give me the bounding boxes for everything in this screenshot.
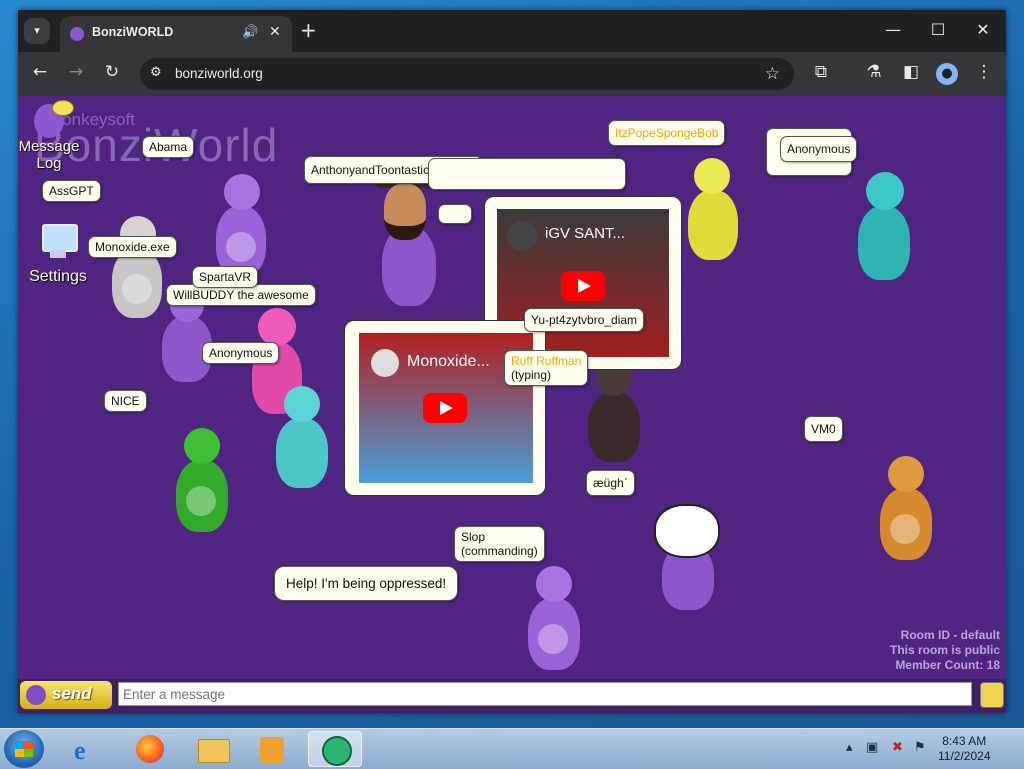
bonzi-green[interactable] — [162, 426, 242, 536]
show-hidden-icons-icon[interactable]: ▴ — [846, 740, 853, 755]
maximize-icon[interactable]: ☐ — [923, 20, 953, 39]
tab-bar: ▾ BonziWORLD 🔊 ✕ + — ☐ ✕ — [18, 10, 1006, 52]
plus-icon: + — [300, 18, 317, 42]
chevron-down-icon: ▾ — [34, 24, 40, 37]
name-bubble: æüghˊ — [586, 470, 635, 496]
youtube-play-icon[interactable] — [423, 393, 467, 423]
bonzi-orange[interactable] — [866, 454, 946, 566]
name-bubble: Ruff Ruffman (typing) — [504, 350, 589, 386]
name-bubble: Slop (commanding) — [454, 526, 545, 562]
name-bubble: Yu-pt4zytvbro_diam — [524, 308, 645, 332]
name-bubble: SpartaVR — [192, 266, 259, 288]
bonzi-teal[interactable] — [264, 384, 340, 494]
message-log-icon — [34, 100, 74, 138]
clock[interactable]: 8:43 AM 11/2/2024 — [938, 734, 991, 764]
name-bubble: NICE — [104, 390, 147, 412]
new-tab-button[interactable]: + — [300, 19, 317, 41]
video-title: iGV SANT... — [545, 225, 626, 242]
start-button[interactable] — [4, 730, 44, 768]
reload-icon[interactable]: ↻ — [99, 62, 125, 82]
name-bubble: AssGPT — [42, 180, 101, 202]
extensions-icon[interactable]: ⧉ — [808, 62, 834, 82]
clock-time: 8:43 AM — [942, 734, 987, 748]
bubble-name: Slop — [461, 530, 486, 544]
speaker-icon[interactable]: 🔊 — [242, 25, 258, 40]
close-icon[interactable]: ✕ — [269, 24, 281, 40]
volume-muted-icon[interactable]: ✖ — [892, 740, 903, 755]
name-bubble: VM0 — [804, 416, 843, 442]
firefox-icon[interactable] — [124, 731, 178, 767]
star-icon[interactable]: ☆ — [765, 64, 780, 84]
member-count: Member Count: 18 — [895, 658, 1000, 672]
video-player-2[interactable]: Monoxide... — [344, 320, 546, 496]
menu-icon[interactable]: ⋮ — [971, 62, 997, 82]
room-public: This room is public — [889, 643, 1000, 657]
room-id: Room ID - default — [900, 628, 1000, 642]
browser-toolbar: ← → ↻ ⚙ bonziworld.org ☆ ⧉ ⚗ ◧ ● ⋮ — [18, 52, 1006, 96]
bonzi-favicon — [70, 27, 84, 41]
chat-bubble: Help! I'm being oppressed! — [274, 566, 459, 601]
computer-settings-icon — [38, 222, 78, 262]
bubble-status: (typing) — [511, 368, 552, 382]
settings-label: Settings — [29, 268, 87, 285]
media-player-icon[interactable] — [248, 731, 302, 767]
clock-avatar-icon — [371, 349, 399, 377]
chat-bubble — [438, 204, 472, 224]
video-title: Monoxide... — [407, 353, 490, 370]
send-button[interactable]: send — [20, 681, 112, 709]
bonzi-hat-man[interactable] — [368, 176, 448, 316]
bonzi-yellow[interactable] — [678, 156, 748, 266]
internet-explorer-icon[interactable]: e — [62, 731, 116, 767]
tab-search-button[interactable]: ▾ — [24, 18, 50, 44]
file-explorer-icon[interactable] — [186, 731, 240, 767]
back-icon[interactable]: ← — [27, 62, 53, 82]
bubble-name: Ruff Ruffman — [511, 354, 582, 368]
name-bubble: ItzPopeSpongeBob — [608, 120, 726, 146]
url-text[interactable]: bonziworld.org — [175, 66, 263, 81]
browser-window: ▾ BonziWORLD 🔊 ✕ + — ☐ ✕ ← → ↻ ⚙ bonziwo… — [18, 10, 1006, 713]
bonzi-stage: Monkeysoft BonziWorld Message Log Settin… — [18, 96, 1006, 679]
name-bubble: Monoxide.exe — [88, 236, 177, 258]
bonzi-trollface[interactable] — [650, 504, 726, 614]
network-icon[interactable]: ▣ — [866, 740, 878, 755]
taskbar: e ▴ ▣ ✖ ⚑ 8:43 AM 11/2/2024 — [0, 728, 1024, 769]
tab-title: BonziWORLD — [92, 25, 174, 39]
clock-date: 11/2/2024 — [938, 749, 991, 763]
chat-app-icon[interactable] — [308, 731, 362, 767]
channel-avatar — [507, 221, 537, 251]
close-window-icon[interactable]: ✕ — [968, 20, 998, 39]
forward-icon[interactable]: → — [63, 62, 89, 82]
chat-bar: send — [18, 679, 1006, 713]
bubble-status: (commanding) — [461, 544, 538, 558]
bonzi-send-icon — [26, 685, 46, 705]
site-info-icon[interactable]: ⚙ — [150, 65, 162, 80]
profile-icon[interactable]: ● — [936, 63, 958, 85]
name-bubble: Anonymous — [202, 342, 280, 364]
message-log-label: Message Log — [18, 138, 80, 172]
room-info: Room ID - default This room is public Me… — [890, 628, 1000, 673]
chat-menu-icon[interactable] — [980, 682, 1004, 708]
labs-icon[interactable]: ⚗ — [861, 62, 887, 82]
bonzi-cyan[interactable] — [844, 170, 924, 290]
flag-icon[interactable]: ⚑ — [914, 740, 926, 755]
bonzi-purple-3[interactable] — [514, 564, 594, 674]
message-log-button[interactable]: Message Log — [18, 100, 80, 172]
tab-bonziworld[interactable]: BonziWORLD 🔊 ✕ — [60, 16, 292, 52]
address-bar[interactable]: ⚙ bonziworld.org ☆ — [140, 58, 794, 90]
settings-button[interactable]: Settings — [22, 222, 94, 286]
send-label: send — [52, 684, 92, 703]
youtube-play-icon[interactable] — [561, 271, 605, 301]
name-bubble: Anonymous — [780, 136, 858, 162]
message-input[interactable] — [118, 682, 972, 706]
chat-bubble — [428, 158, 626, 190]
minimize-icon[interactable]: — — [878, 20, 908, 39]
name-bubble: Abama — [142, 136, 195, 158]
sidebar-icon[interactable]: ◧ — [898, 62, 924, 82]
